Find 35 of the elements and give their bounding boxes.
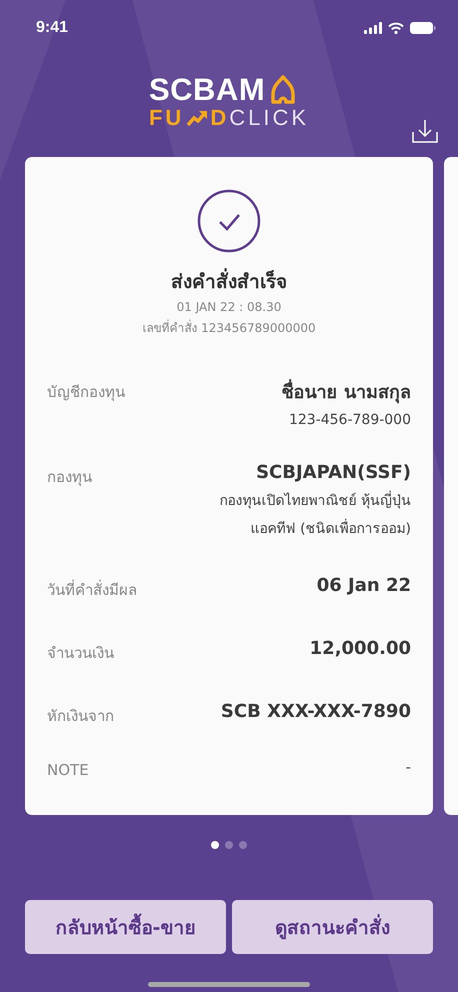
- field-value: SCBJAPAN(SSF): [256, 462, 411, 483]
- logo-text: SCBAM: [148, 74, 266, 106]
- field-value: 12,000.00: [310, 638, 411, 659]
- page-dot[interactable]: [239, 841, 247, 849]
- logo-text: FU: [148, 106, 184, 130]
- field-label: จำนวนเงิน: [47, 643, 114, 664]
- action-button[interactable]: ดูสถานะคำสั่ง: [232, 900, 433, 954]
- field-value: ชื่อนาย นามสกุล: [282, 377, 411, 406]
- action-button[interactable]: กลับหน้าซื้อ-ขาย: [25, 900, 226, 954]
- logo-text: D: [210, 106, 230, 130]
- status-time: 9:41: [36, 19, 68, 37]
- order-number: เลขที่คำสั่ง 123456789000000: [142, 318, 316, 337]
- check-circle-icon: [197, 189, 261, 253]
- logo-text: CLICK: [229, 106, 309, 130]
- field-label: วันที่คำสั่งมีผล: [47, 578, 137, 601]
- field-value: -: [406, 758, 411, 776]
- trend-arrow-icon: [186, 109, 208, 127]
- bell-icon: [270, 75, 296, 105]
- field-detail: 123-456-789-000: [288, 412, 411, 428]
- field-label: กองทุน: [47, 467, 92, 488]
- field-detail: แอคทีฟ (ชนิดเพื่อการออม): [250, 517, 411, 539]
- download-icon[interactable]: [412, 118, 438, 144]
- field-detail: กองทุนเปิดไทยพาณิชย์ หุ้นญี่ปุ่น: [220, 489, 411, 511]
- field-label: หักเงินจาก: [47, 706, 114, 727]
- order-datetime: 01 JAN 22 : 08.30: [176, 300, 282, 314]
- page-dot[interactable]: [211, 841, 219, 849]
- field-label: บัญชีกองทุน: [47, 382, 125, 404]
- field-value: SCB XXX-XXX-7890: [220, 701, 411, 722]
- field-label: NOTE: [47, 760, 89, 779]
- signal-icon: [364, 22, 382, 34]
- battery-icon: [410, 22, 436, 34]
- wifi-icon: [388, 22, 404, 34]
- page-dot[interactable]: [225, 841, 233, 849]
- success-title: ส่งคำสั่งสำเร็จ: [171, 266, 287, 296]
- field-value: 06 Jan 22: [316, 575, 411, 596]
